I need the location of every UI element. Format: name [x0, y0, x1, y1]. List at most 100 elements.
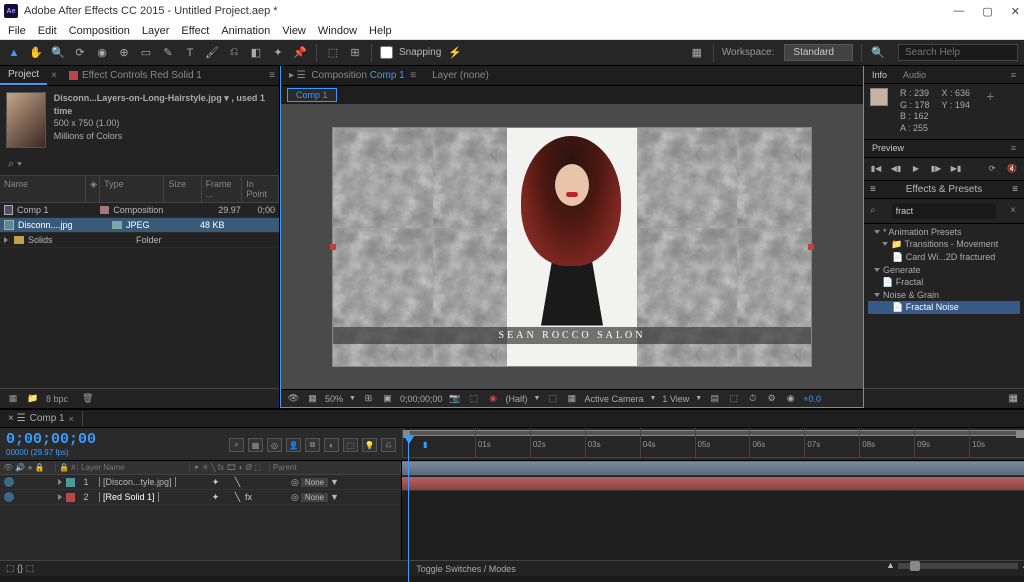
menu-view[interactable]: View — [282, 25, 306, 37]
tl-graph-icon[interactable]: ⬚ — [343, 438, 358, 452]
flowchart-icon[interactable]: ⚙ — [765, 393, 778, 404]
tl-snap-icon[interactable]: ⬚ — [26, 563, 35, 573]
delete-icon[interactable]: 🗑 — [82, 393, 93, 404]
shape-tool-icon[interactable]: ▭ — [138, 45, 154, 61]
tree-fractal[interactable]: 📄 Fractal — [868, 276, 1020, 289]
layer-row-2[interactable]: 2 [Red Solid 1] ✦╲fx ◎ None ▼ — [0, 490, 401, 505]
project-item-comp[interactable]: Comp 1 Composition 29.97 0;00 — [0, 203, 279, 218]
close-button[interactable]: ✕ — [1011, 5, 1020, 18]
minimize-button[interactable]: — — [953, 5, 964, 17]
comp-panel-label[interactable]: ▸ ☰ Composition Comp 1 ≡ — [281, 67, 424, 84]
eye-icon[interactable] — [4, 477, 14, 487]
camera-tool-icon[interactable]: ◉ — [94, 45, 110, 61]
tree-anim-presets[interactable]: * Animation Presets — [868, 226, 1020, 238]
tree-card-wipe[interactable]: 📄 Card Wi...2D fractured — [868, 251, 1020, 264]
current-time[interactable]: 0;00;00;00 — [400, 394, 443, 404]
footage-thumbnail[interactable] — [6, 92, 46, 148]
menu-help[interactable]: Help — [369, 25, 392, 37]
pen-tool-icon[interactable]: ✎ — [160, 45, 176, 61]
col-inpoint[interactable]: In Point — [242, 176, 279, 202]
text-tool-icon[interactable]: T — [182, 45, 198, 61]
tree-fractal-noise[interactable]: 📄 Fractal Noise — [868, 301, 1020, 314]
effects-search-input[interactable] — [892, 203, 997, 219]
brush-tool-icon[interactable]: 🖌 — [204, 45, 220, 61]
resolution-select[interactable]: (Half) — [506, 394, 528, 404]
clone-tool-icon[interactable]: ⎌ — [226, 45, 242, 61]
col-name[interactable]: Name — [0, 176, 86, 202]
rotate-tool-icon[interactable]: ⟳ — [72, 45, 88, 61]
workspace-select[interactable]: Standard — [784, 44, 853, 61]
col-layer-name[interactable]: Layer Name — [78, 463, 190, 472]
pixel-aspect-icon[interactable]: ▤ — [708, 393, 721, 404]
menu-animation[interactable]: Animation — [221, 25, 270, 37]
zoom-slider[interactable]: ▲ ▲ — [898, 563, 1018, 569]
search-help-input[interactable] — [898, 44, 1018, 61]
effects-search-clear[interactable]: × — [1010, 205, 1016, 216]
play-button[interactable]: ▶ — [909, 162, 923, 176]
preview-menu-icon[interactable]: ≡ — [1003, 141, 1024, 155]
views-select[interactable]: 1 View — [662, 394, 689, 404]
snap-options-icon[interactable]: ⚡ — [447, 45, 463, 61]
tl-draft3d-icon[interactable]: ◎ — [267, 438, 282, 452]
zoom-tool-icon[interactable]: 🔍 — [50, 45, 66, 61]
playhead[interactable] — [404, 436, 414, 444]
layer-handle-right[interactable] — [808, 244, 814, 250]
project-tab-close[interactable]: × — [47, 68, 61, 83]
project-item-folder[interactable]: Solids Folder — [0, 233, 279, 248]
tl-aa-icon[interactable]: ⎌ — [381, 438, 396, 452]
col-parent[interactable]: Parent — [270, 463, 401, 472]
search-icon[interactable]: 🔍 — [870, 45, 886, 61]
reset-exposure-icon[interactable]: ◉ — [784, 393, 797, 404]
menu-layer[interactable]: Layer — [142, 25, 170, 37]
mask-vis-icon[interactable]: ▣ — [381, 393, 394, 404]
render-queue-icon[interactable]: ▦ — [689, 45, 705, 61]
timeline-tab-close[interactable]: × — [69, 414, 74, 424]
safe-zones-icon[interactable]: ⊞ — [362, 393, 375, 404]
info-menu-icon[interactable]: ≡ — [1003, 68, 1024, 82]
tl-brainstorm-icon[interactable]: 💡 — [362, 438, 377, 452]
layer-handle-left[interactable] — [330, 244, 336, 250]
toggle-switches-button[interactable]: Toggle Switches / Modes — [416, 564, 516, 574]
fast-previews-icon[interactable]: ⬚ — [727, 393, 740, 404]
col-framerate[interactable]: Frame ... — [202, 176, 243, 202]
timeline-timecode[interactable]: 0;00;00;00 — [6, 431, 96, 448]
panel-menu-icon[interactable]: ≡ — [265, 68, 279, 83]
show-snapshot-icon[interactable]: ⬚ — [468, 393, 481, 404]
menu-window[interactable]: Window — [318, 25, 357, 37]
project-tab[interactable]: Project — [0, 66, 47, 85]
zoom-select[interactable]: 50% — [325, 394, 343, 404]
effect-controls-tab[interactable]: Effect Controls Red Solid 1 — [61, 67, 210, 84]
col-type[interactable]: Type — [100, 176, 164, 202]
tl-expand-icon[interactable]: ⬚ — [6, 563, 15, 573]
tl-search-icon[interactable]: ⌕ — [229, 438, 244, 452]
transparency-grid-icon[interactable]: ▦ — [306, 393, 319, 404]
timeline-tab[interactable]: × ☰ Comp 1 × — [0, 411, 83, 426]
info-tab[interactable]: Info — [864, 68, 895, 82]
world-axis-icon[interactable]: ⊞ — [347, 45, 363, 61]
eye-icon[interactable] — [4, 492, 14, 502]
roi-icon[interactable]: ⬚ — [546, 393, 559, 404]
col-label[interactable]: ◈ — [86, 176, 100, 202]
composition-viewer[interactable]: SEAN ROCCO SALON — [281, 104, 863, 389]
first-frame-button[interactable]: ▮◀ — [869, 162, 883, 176]
hand-tool-icon[interactable]: ✋ — [28, 45, 44, 61]
next-frame-button[interactable]: ▮▶ — [929, 162, 943, 176]
layer-tab[interactable]: Layer (none) — [424, 67, 497, 84]
comp-viewer-tab[interactable]: Comp 1 — [287, 88, 337, 102]
layer-row-1[interactable]: 1 [Discon...tyle.jpg] ✦╲ ◎ None ▼ — [0, 475, 401, 490]
pan-behind-tool-icon[interactable]: ⊕ — [116, 45, 132, 61]
new-folder-icon[interactable]: 📁 — [26, 393, 40, 404]
effects-new-bin-icon[interactable]: ▦ — [1009, 393, 1018, 404]
timeline-icon[interactable]: ⏱ — [746, 393, 759, 404]
bpc-button[interactable]: 8 bpc — [46, 394, 68, 404]
menu-composition[interactable]: Composition — [69, 25, 130, 37]
tl-brackets-icon[interactable]: {} — [17, 563, 23, 573]
roto-tool-icon[interactable]: ✦ — [270, 45, 286, 61]
tl-motion-blur-icon[interactable]: ◐ — [324, 438, 339, 452]
camera-select[interactable]: Active Camera — [584, 394, 643, 404]
eraser-tool-icon[interactable]: ◧ — [248, 45, 264, 61]
maximize-button[interactable]: ▢ — [982, 5, 992, 18]
menu-effect[interactable]: Effect — [181, 25, 209, 37]
mute-button[interactable]: 🔇 — [1005, 162, 1019, 176]
audio-tab[interactable]: Audio — [895, 68, 934, 82]
